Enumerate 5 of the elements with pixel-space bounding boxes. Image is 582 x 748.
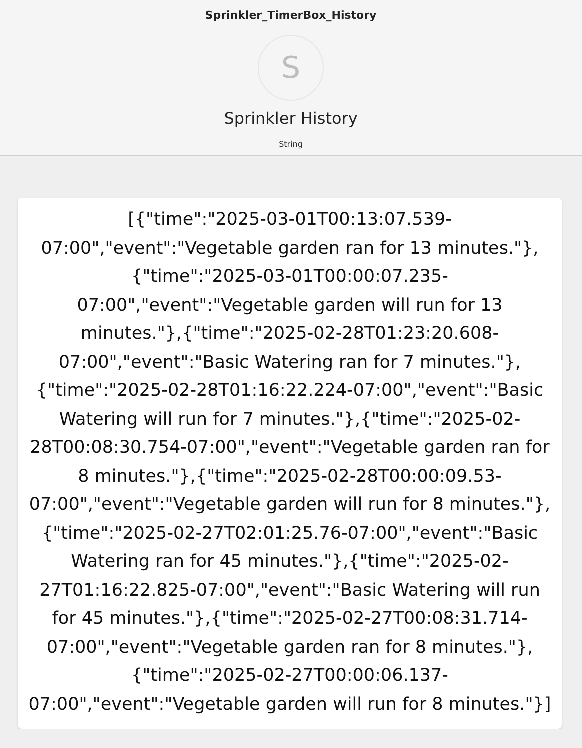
device-name: Sprinkler_TimerBox_History <box>205 9 377 22</box>
attribute-type: String <box>279 140 303 149</box>
value-text: [{"time":"2025-03-01T00:13:07.539-07:00","event":"Vegetable garden ran for 13 minutes."},{"time":"2025-03-01T00:00:07.235-07:00","event":"Vegetable garden will run for 13 minutes."},{"time":"2025-02-28T01:23:20.608-07:00","event":"Basic Watering ran for 7 minutes."},{"time":"2025-02-28T01:16:22.224-07:00","event":"Basic Watering will run for 7 minutes."},{"time":"2025-02-28T00:08:30.754-07:00","event":"Vegetable garden ran for 8 minutes."},{"time":"2025-02-28T00:00:09.53-07:00","event":"Vegetable garden will run for 8 minutes."},{"time":"2025-02-27T02:01:25.76-07:00","event":"Basic Watering ran for 45 minutes."},{"time":"2025-02-27T01:16:22.825-07:00","event":"Basic Watering will run for 45 minutes."},{"time":"2025-02-27T00:08:31.714-07:00","event":"Vegetable garden ran for 8 minutes."},{"time":"2025-02-27T00:00:06.137-07:00","event":"Vegetable garden will run for 8 minutes."}] <box>28 209 552 716</box>
avatar-icon: S <box>258 35 324 101</box>
attribute-label: Sprinkler History <box>224 109 358 128</box>
